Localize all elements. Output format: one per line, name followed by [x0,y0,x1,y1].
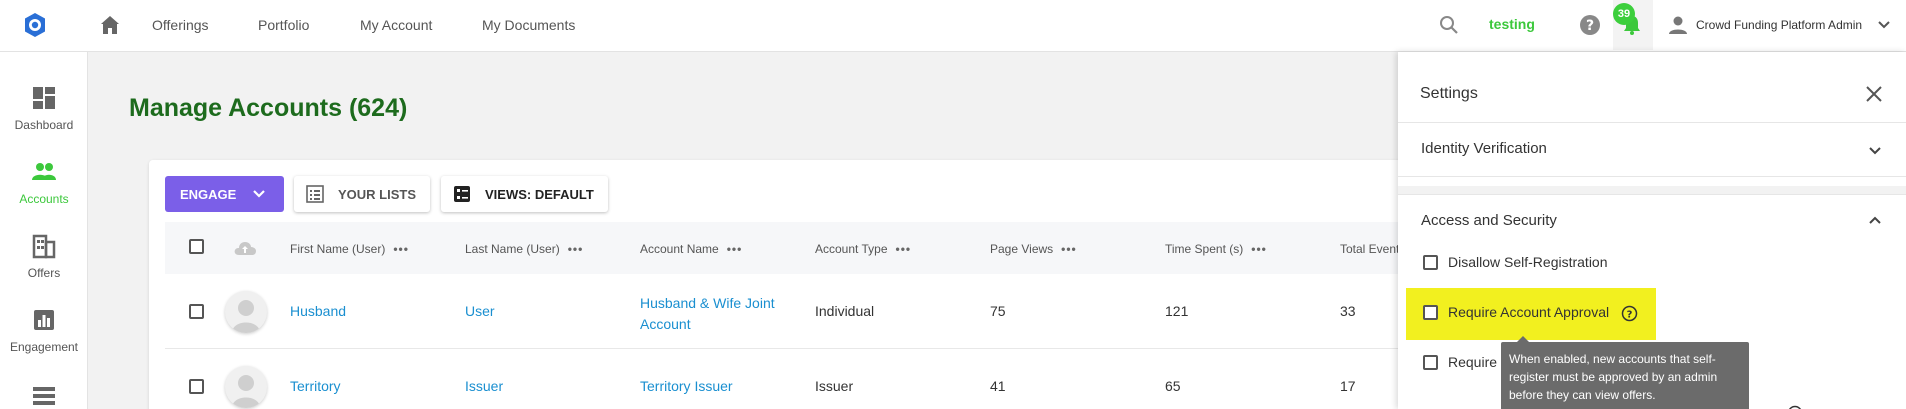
sidebar-item-label: Offers [27,266,61,280]
column-menu-icon[interactable]: ••• [896,242,912,256]
column-header-total-events[interactable]: Total Events [1340,242,1405,256]
row-checkbox[interactable] [189,379,204,394]
column-header-page-views[interactable]: Page Views ••• [990,242,1077,256]
total-events: 33 [1340,303,1356,319]
views-label: VIEWS: DEFAULT [485,187,594,202]
building-icon [32,234,56,259]
sidebar-item-engagement[interactable]: Engagement [0,306,88,356]
environment-label[interactable]: testing [1489,16,1535,32]
last-name-link[interactable]: Issuer [465,378,503,394]
total-events: 17 [1340,378,1356,394]
svg-text:?: ? [1627,309,1633,320]
account-type: Issuer [815,378,854,394]
page-views: 75 [990,303,1006,319]
chevron-down-icon [253,190,265,198]
column-header-account-name[interactable]: Account Name ••• [640,242,742,256]
svg-text:?: ? [1586,18,1594,34]
top-bar: Offerings Portfolio My Account My Docume… [0,0,1906,52]
section-access-and-security[interactable]: Access and Security [1421,212,1557,229]
first-name-link[interactable]: Territory [290,378,341,394]
help-circle-icon[interactable]: ? [1621,305,1638,322]
close-icon[interactable] [1863,83,1885,105]
checkbox[interactable] [1423,304,1438,320]
table-header: First Name (User) ••• Last Name (User) •••… [165,222,1409,274]
checkbox[interactable] [1423,354,1438,370]
option-require-m[interactable]: Require M [1423,354,1513,371]
sidebar-item-offers[interactable]: Offers [0,232,88,282]
tooltip: When enabled, new accounts that self-reg… [1501,342,1749,409]
settings-panel: Settings Identity Verification Access an… [1398,52,1906,409]
column-menu-icon[interactable]: ••• [727,242,743,256]
your-lists-button[interactable]: YOUR LISTS [294,176,430,212]
chevron-up-icon[interactable] [1865,210,1885,230]
select-all-checkbox[interactable] [189,239,204,254]
nav-offerings[interactable]: Offerings [152,17,209,33]
views-button[interactable]: VIEWS: DEFAULT [441,176,608,212]
people-icon [32,163,56,180]
nav-my-documents[interactable]: My Documents [482,17,575,33]
chart-icon [34,310,54,330]
view-list-icon [454,186,470,202]
table-row[interactable]: Husband User Husband & Wife Joint Account… [165,274,1409,349]
column-menu-icon[interactable]: ••• [1061,242,1077,256]
sidebar-item-dashboard[interactable]: Dashboard [0,84,88,134]
list-icon [306,185,324,203]
sidebar-item-label: Accounts [19,192,69,206]
chevron-down-icon[interactable] [1874,15,1894,35]
settings-title: Settings [1420,85,1478,102]
last-name-link[interactable]: User [465,303,495,319]
user-icon[interactable] [1666,13,1690,37]
home-icon[interactable] [98,13,122,37]
search-icon[interactable] [1437,13,1461,37]
time-spent: 65 [1165,378,1181,394]
checkbox[interactable] [1423,254,1438,270]
notifications-button[interactable]: 39 [1613,0,1653,50]
sidebar-item-accounts[interactable]: Accounts [0,158,88,208]
column-header-first-name[interactable]: First Name (User) ••• [290,242,409,256]
time-spent: 121 [1165,303,1189,319]
first-name-link[interactable]: Husband [290,303,346,319]
account-name[interactable]: Crowd Funding Platform Admin [1696,18,1862,32]
nav-portfolio[interactable]: Portfolio [258,17,309,33]
row-checkbox[interactable] [189,304,204,319]
sidebar: Dashboard Accounts Offers Engagement [0,52,88,409]
column-menu-icon[interactable]: ••• [1251,242,1267,256]
column-header-last-name[interactable]: Last Name (User) ••• [465,242,583,256]
account-name-link[interactable]: Husband & Wife Joint Account [640,293,775,335]
page-views: 41 [990,378,1006,394]
option-require-account-approval[interactable]: Require Account Approval ? [1423,304,1638,322]
cloud-upload-icon[interactable] [232,238,258,258]
table-row[interactable]: Territory Issuer Territory Issuer Issuer… [165,349,1409,409]
column-header-time-spent[interactable]: Time Spent (s) ••• [1165,242,1267,256]
your-lists-label: YOUR LISTS [338,187,417,202]
notification-count-badge: 39 [1613,3,1635,25]
column-menu-icon[interactable]: ••• [393,242,409,256]
dashboard-icon [33,87,55,109]
app-logo-icon[interactable] [22,12,48,38]
page-title: Manage Accounts (624) [129,94,408,122]
account-name-link[interactable]: Territory Issuer [640,378,733,394]
engage-button[interactable]: ENGAGE [165,176,284,212]
nav-my-account[interactable]: My Account [360,17,432,33]
option-disallow-self-registration[interactable]: Disallow Self-Registration [1423,254,1608,271]
help-circle-icon[interactable] [1787,405,1803,409]
help-icon[interactable]: ? [1578,13,1602,37]
chevron-down-icon[interactable] [1865,141,1885,161]
column-header-account-type[interactable]: Account Type ••• [815,242,911,256]
sidebar-item-label: Engagement [9,340,79,354]
avatar [225,366,267,408]
column-menu-icon[interactable]: ••• [568,242,584,256]
accounts-table-card: ENGAGE YOUR LISTS VIEWS: DEFAULT First N… [149,160,1409,409]
sidebar-item-label: Dashboard [14,118,74,132]
section-identity-verification[interactable]: Identity Verification [1421,140,1547,157]
account-type: Individual [815,303,875,319]
engage-label: ENGAGE [180,186,237,202]
list-icon[interactable] [30,384,58,408]
avatar [225,291,267,333]
